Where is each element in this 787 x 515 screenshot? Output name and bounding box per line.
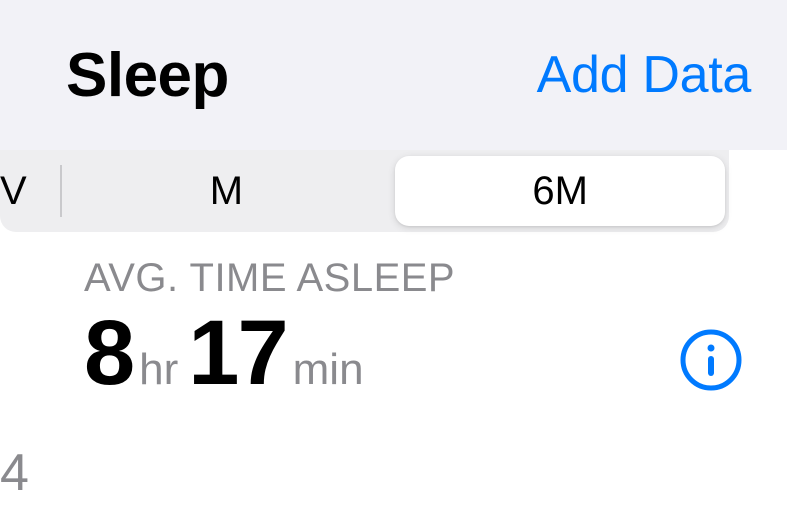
add-data-button[interactable]: Add Data: [537, 45, 759, 105]
summary-metric-value: 8 hr 17 min: [84, 307, 455, 399]
header-bar: Sleep Add Data: [0, 0, 787, 150]
info-icon[interactable]: [679, 328, 743, 392]
summary-metric-label: AVG. TIME ASLEEP: [84, 256, 455, 301]
segment-label: V: [0, 169, 27, 214]
hours-unit: hr: [139, 345, 178, 395]
sleep-summary: AVG. TIME ASLEEP 8 hr 17 min: [0, 232, 787, 399]
hours-number: 8: [84, 307, 133, 399]
page-title: Sleep: [28, 40, 229, 111]
segment-label: M: [210, 169, 243, 214]
segment-week-partial[interactable]: V: [0, 156, 60, 226]
segment-six-month[interactable]: 6M: [395, 156, 725, 226]
minutes-unit: min: [293, 345, 364, 395]
segment-label: 6M: [532, 169, 588, 214]
cutoff-axis-digit: 4: [0, 443, 29, 503]
minutes-number: 17: [188, 307, 286, 399]
time-range-segmented-control: V M 6M: [0, 150, 729, 232]
segment-month[interactable]: M: [62, 156, 392, 226]
summary-text-block: AVG. TIME ASLEEP 8 hr 17 min: [84, 256, 455, 399]
